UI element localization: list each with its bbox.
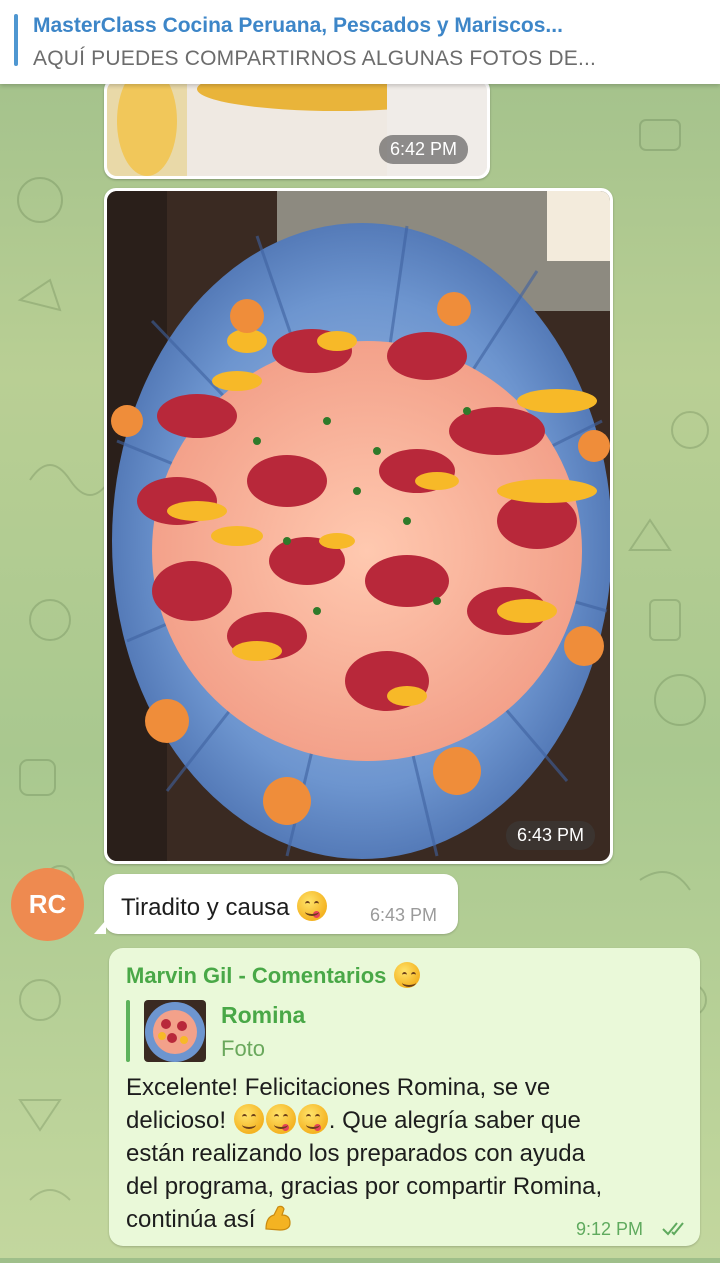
message-timestamp: 6:43 PM <box>370 905 438 925</box>
reply-message[interactable]: Marvin Gil - Comentarios Romina Foto Exc… <box>109 948 700 1246</box>
pinned-subtitle: AQUÍ PUEDES COMPARTIRNOS ALGUNAS FOTOS D… <box>33 47 597 70</box>
text-segment: delicioso! <box>126 1107 227 1134</box>
text-segment: . Que alegría saber que <box>328 1107 581 1134</box>
quote-bar <box>126 1000 130 1062</box>
text-line: están realizando los preparados con ayud… <box>126 1140 585 1167</box>
quoted-photo-thumbnail <box>144 1000 206 1062</box>
caption-text: Tiradito y causa <box>121 894 290 921</box>
message-text: Excelente! Felicitaciones Romina, se ve … <box>126 1071 686 1236</box>
quoted-type: Foto <box>221 1036 266 1061</box>
quoted-author: Romina <box>221 1002 306 1028</box>
author-name: Marvin Gil - Comentarios <box>126 963 387 988</box>
smile-emoji <box>233 1104 264 1134</box>
message-author[interactable]: Marvin Gil - Comentarios <box>126 962 421 989</box>
photo-timestamp: 6:42 PM <box>379 135 469 164</box>
flexed-biceps-emoji <box>265 1205 291 1231</box>
text-line: delicioso! . Que alegría saber que <box>126 1104 686 1137</box>
text-line: Excelente! Felicitaciones Romina, se ve <box>126 1074 551 1101</box>
photo-message[interactable]: 6:43 PM <box>104 188 613 864</box>
yum-emoji <box>265 1104 296 1134</box>
avatar[interactable]: RC <box>11 868 84 941</box>
message-text: Tiradito y causa <box>121 891 328 922</box>
text-line: del programa, gracias por compartir Romi… <box>126 1173 603 1200</box>
yum-emoji <box>297 891 328 921</box>
bubble-tail <box>94 920 106 934</box>
yum-emoji <box>297 1104 328 1134</box>
photo-timestamp: 6:43 PM <box>506 821 596 850</box>
photo-message[interactable]: 6:42 PM <box>104 78 490 179</box>
smile-emoji <box>393 962 420 988</box>
quoted-message[interactable]: Romina Foto <box>126 1000 526 1062</box>
pinned-indicator <box>14 14 18 66</box>
pinned-title: MasterClass Cocina Peruana, Pescados y M… <box>33 14 563 37</box>
photo-image <box>107 191 610 861</box>
incoming-message[interactable]: Tiradito y causa 6:43 PM <box>94 874 458 934</box>
text-segment: continúa así <box>126 1206 256 1233</box>
pinned-message-bar[interactable]: MasterClass Cocina Peruana, Pescados y M… <box>0 0 720 84</box>
double-check-icon <box>662 1222 684 1236</box>
message-timestamp: 9:12 PM <box>576 1219 644 1239</box>
